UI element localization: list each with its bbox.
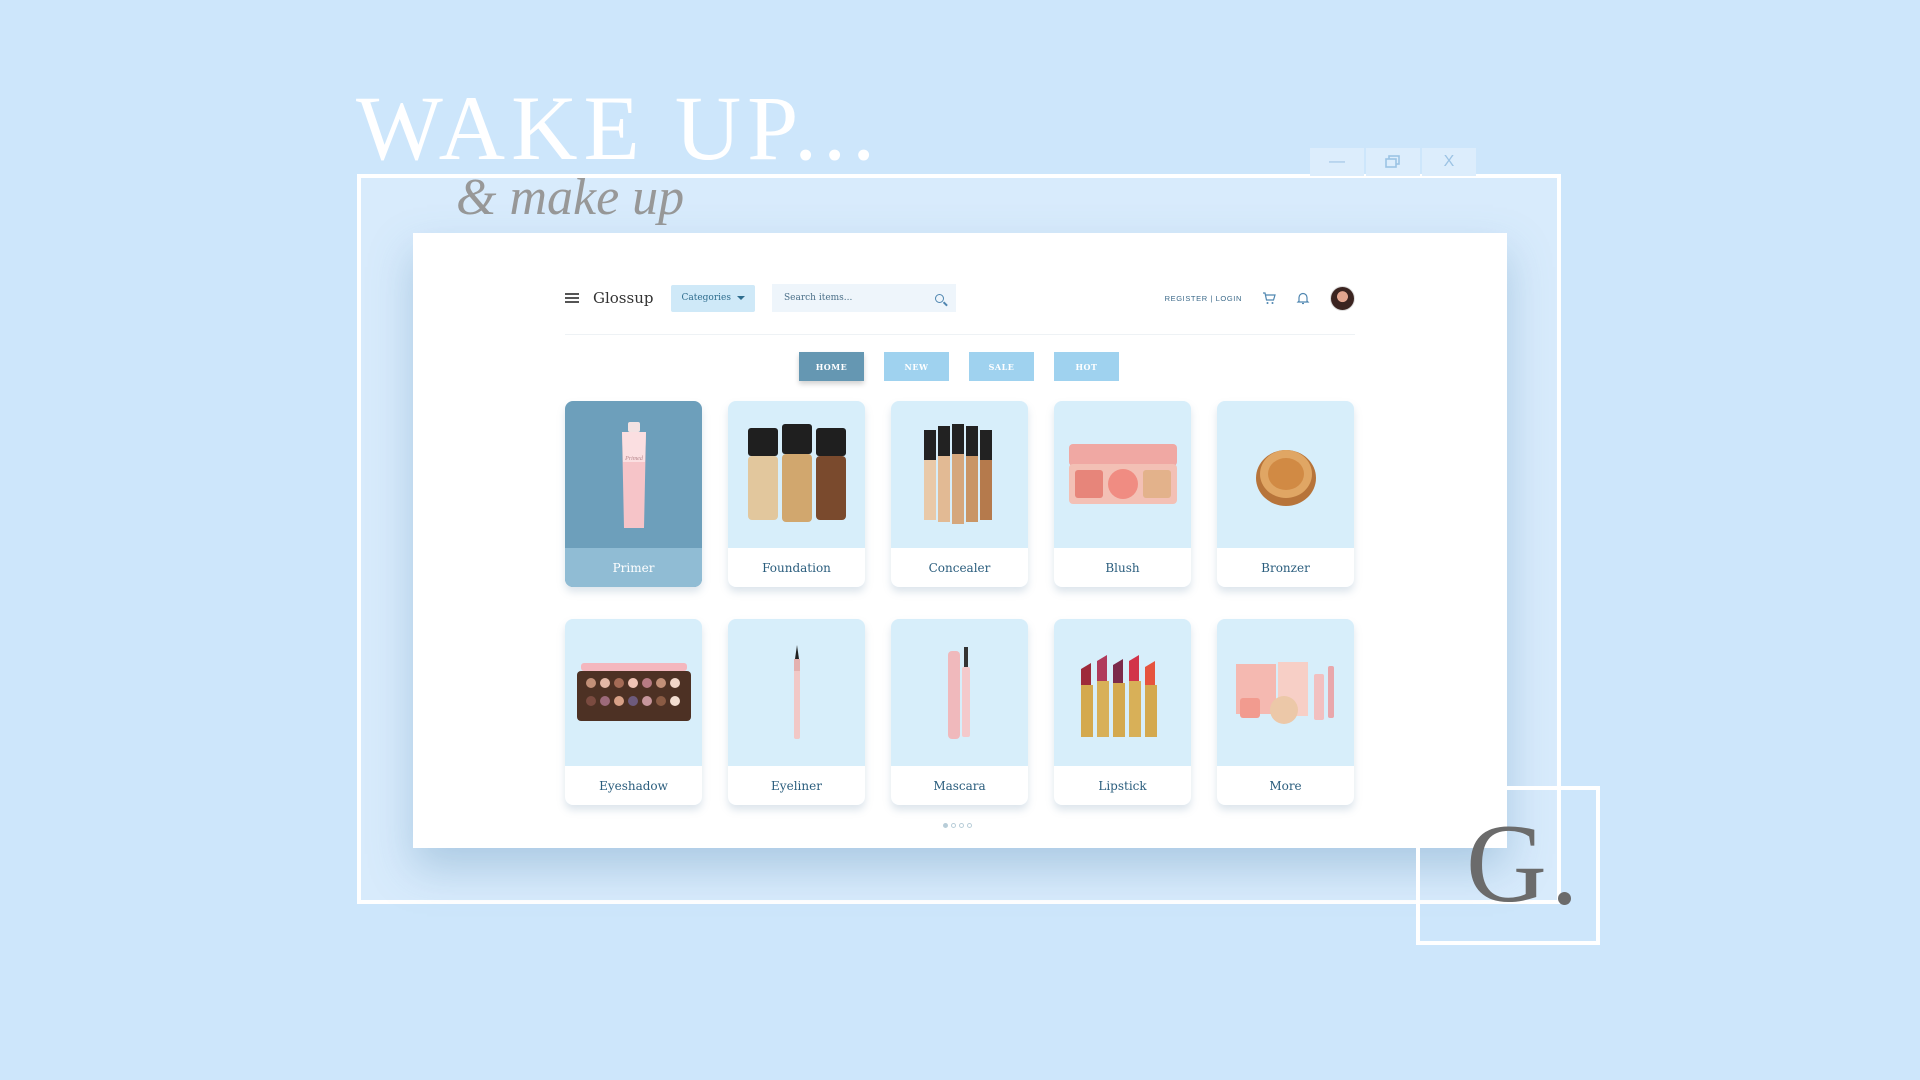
- page-dot[interactable]: [951, 823, 956, 828]
- page-dot[interactable]: [959, 823, 964, 828]
- tab-sale[interactable]: SALE: [969, 352, 1034, 381]
- minimize-button[interactable]: —: [1310, 148, 1364, 176]
- product-label: Primer: [565, 548, 702, 587]
- product-label: Bronzer: [1217, 548, 1354, 587]
- pagination: [943, 823, 972, 828]
- product-card-mascara[interactable]: Mascara: [891, 619, 1028, 805]
- tab-hot[interactable]: HOT: [1054, 352, 1119, 381]
- product-card-lipstick[interactable]: Lipstick: [1054, 619, 1191, 805]
- brand-name[interactable]: Glossup: [593, 289, 653, 307]
- logo-dot: [1558, 892, 1571, 905]
- minimize-icon: —: [1329, 153, 1345, 170]
- product-label: Concealer: [891, 548, 1028, 587]
- logo-letter: G: [1466, 802, 1547, 926]
- product-card-more[interactable]: More: [1217, 619, 1354, 805]
- hero-title: WAKE UP...: [356, 77, 882, 179]
- mascara-wand-icon: [891, 619, 1028, 766]
- product-card-bronzer[interactable]: Bronzer: [1217, 401, 1354, 587]
- product-card-foundation[interactable]: Foundation: [728, 401, 865, 587]
- product-card-eyeshadow[interactable]: Eyeshadow: [565, 619, 702, 805]
- product-label: Eyeliner: [728, 766, 865, 805]
- eyeshadow-palette-icon: [565, 619, 702, 766]
- search-placeholder: Search items...: [783, 293, 853, 303]
- product-grid: Primed Primer Foundation Concealer Blush: [565, 401, 1354, 805]
- product-label: Foundation: [728, 548, 865, 587]
- primer-tube-icon: Primed: [565, 401, 702, 548]
- product-label: Lipstick: [1054, 766, 1191, 805]
- svg-text:Primed: Primed: [624, 456, 644, 462]
- avatar[interactable]: [1330, 285, 1355, 311]
- search-icon[interactable]: [934, 293, 944, 303]
- restore-icon: [1385, 155, 1400, 168]
- caret-down-icon: [736, 296, 745, 300]
- cart-icon[interactable]: [1262, 291, 1276, 305]
- top-bar: Glossup Categories Search items... REGIS…: [565, 273, 1355, 323]
- page-dot[interactable]: [943, 823, 948, 828]
- product-card-blush[interactable]: Blush: [1054, 401, 1191, 587]
- header-divider: [565, 334, 1355, 335]
- bell-icon[interactable]: [1296, 291, 1310, 305]
- product-label: Mascara: [891, 766, 1028, 805]
- assorted-products-icon: [1217, 619, 1354, 766]
- product-card-primer[interactable]: Primed Primer: [565, 401, 702, 587]
- product-label: Eyeshadow: [565, 766, 702, 805]
- bronzer-compact-icon: [1217, 401, 1354, 548]
- hamburger-menu-icon[interactable]: [565, 293, 579, 303]
- categories-label: Categories: [681, 293, 731, 303]
- close-icon: X: [1443, 153, 1455, 170]
- tab-home[interactable]: HOME: [799, 352, 864, 381]
- product-card-eyeliner[interactable]: Eyeliner: [728, 619, 865, 805]
- app-window: Glossup Categories Search items... REGIS…: [413, 233, 1507, 848]
- foundation-bottles-icon: [728, 401, 865, 548]
- close-button[interactable]: X: [1422, 148, 1476, 176]
- restore-button[interactable]: [1366, 148, 1420, 176]
- product-label: Blush: [1054, 548, 1191, 587]
- blush-palette-icon: [1054, 401, 1191, 548]
- search-input[interactable]: Search items...: [771, 284, 956, 312]
- concealer-tubes-icon: [891, 401, 1028, 548]
- categories-dropdown[interactable]: Categories: [671, 284, 755, 312]
- tab-new[interactable]: NEW: [884, 352, 949, 381]
- register-login-link[interactable]: REGISTER | LOGIN: [1165, 294, 1242, 303]
- page-dot[interactable]: [967, 823, 972, 828]
- window-controls: — X: [1310, 148, 1476, 176]
- eyeliner-pen-icon: [728, 619, 865, 766]
- top-right-actions: REGISTER | LOGIN: [1165, 285, 1355, 311]
- product-label: More: [1217, 766, 1354, 805]
- nav-tabs: HOME NEW SALE HOT: [799, 352, 1119, 381]
- product-card-concealer[interactable]: Concealer: [891, 401, 1028, 587]
- lipstick-set-icon: [1054, 619, 1191, 766]
